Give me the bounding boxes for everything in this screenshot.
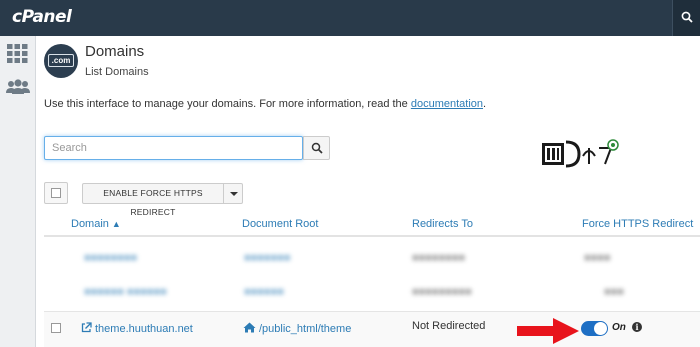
- grid-icon[interactable]: [7, 44, 28, 68]
- domain-name: theme.huuthuan.net: [95, 323, 193, 335]
- annotation-arrow-icon: [517, 318, 579, 344]
- home-icon: [243, 322, 256, 333]
- row-checkbox[interactable]: [51, 323, 61, 333]
- sidebar: [0, 36, 36, 347]
- redirect-status: Not Redirected: [412, 320, 486, 332]
- badge-text: .com: [48, 54, 74, 67]
- select-all-wrapper: [44, 182, 68, 204]
- table-header: Domain ▲ Document Root Redirects To Force…: [44, 213, 700, 237]
- column-document-root[interactable]: Document Root: [242, 218, 318, 230]
- search-input[interactable]: [45, 137, 302, 159]
- toggle-state-label: On: [612, 322, 626, 333]
- cpanel-logo[interactable]: cPanel: [12, 7, 72, 27]
- search-icon: [311, 142, 323, 154]
- top-search-button[interactable]: [672, 0, 700, 36]
- document-root-link[interactable]: /public_html/theme: [243, 322, 351, 335]
- enable-force-https-button[interactable]: ENABLE FORCE HTTPS REDIRECT: [82, 183, 224, 217]
- search-box: [44, 136, 303, 160]
- intro-text: Use this interface to manage your domain…: [44, 98, 486, 110]
- column-domain-label: Domain: [71, 218, 109, 230]
- search-button[interactable]: [303, 136, 330, 160]
- column-domain[interactable]: Domain ▲: [71, 218, 121, 230]
- top-bar: cPanel: [0, 0, 700, 36]
- watermark-logo: [541, 134, 621, 170]
- force-https-toggle[interactable]: [581, 321, 608, 336]
- page-subtitle: List Domains: [85, 66, 149, 78]
- intro-sentence: Use this interface to manage your domain…: [44, 98, 411, 110]
- info-icon[interactable]: i: [632, 322, 642, 332]
- documentation-link[interactable]: documentation: [411, 98, 483, 110]
- column-redirects-to[interactable]: Redirects To: [412, 218, 473, 230]
- sort-ascending-icon: ▲: [111, 219, 121, 229]
- search-icon: [681, 11, 693, 23]
- users-icon[interactable]: [5, 79, 31, 100]
- obscured-row: ■■■■■■■■ ■■■■■■■ ■■■■■■■■ ■■■■: [84, 252, 611, 264]
- domain-link[interactable]: theme.huuthuan.net: [81, 322, 193, 335]
- domains-icon: .com: [44, 44, 78, 78]
- page-title: Domains: [85, 43, 145, 60]
- intro-suffix: .: [483, 98, 487, 110]
- external-link-icon: [81, 322, 92, 333]
- column-force-https[interactable]: Force HTTPS Redirect: [582, 218, 693, 230]
- document-root-path: /public_html/theme: [259, 323, 352, 335]
- select-all-checkbox[interactable]: [51, 188, 61, 198]
- obscured-row: ■■■■■■ ■■■■■■ ■■■■■■ ■■■■■■■■■ ■■■: [84, 286, 624, 298]
- table-row: theme.huuthuan.net /public_html/theme No…: [44, 311, 700, 347]
- https-dropdown-toggle[interactable]: [224, 183, 243, 204]
